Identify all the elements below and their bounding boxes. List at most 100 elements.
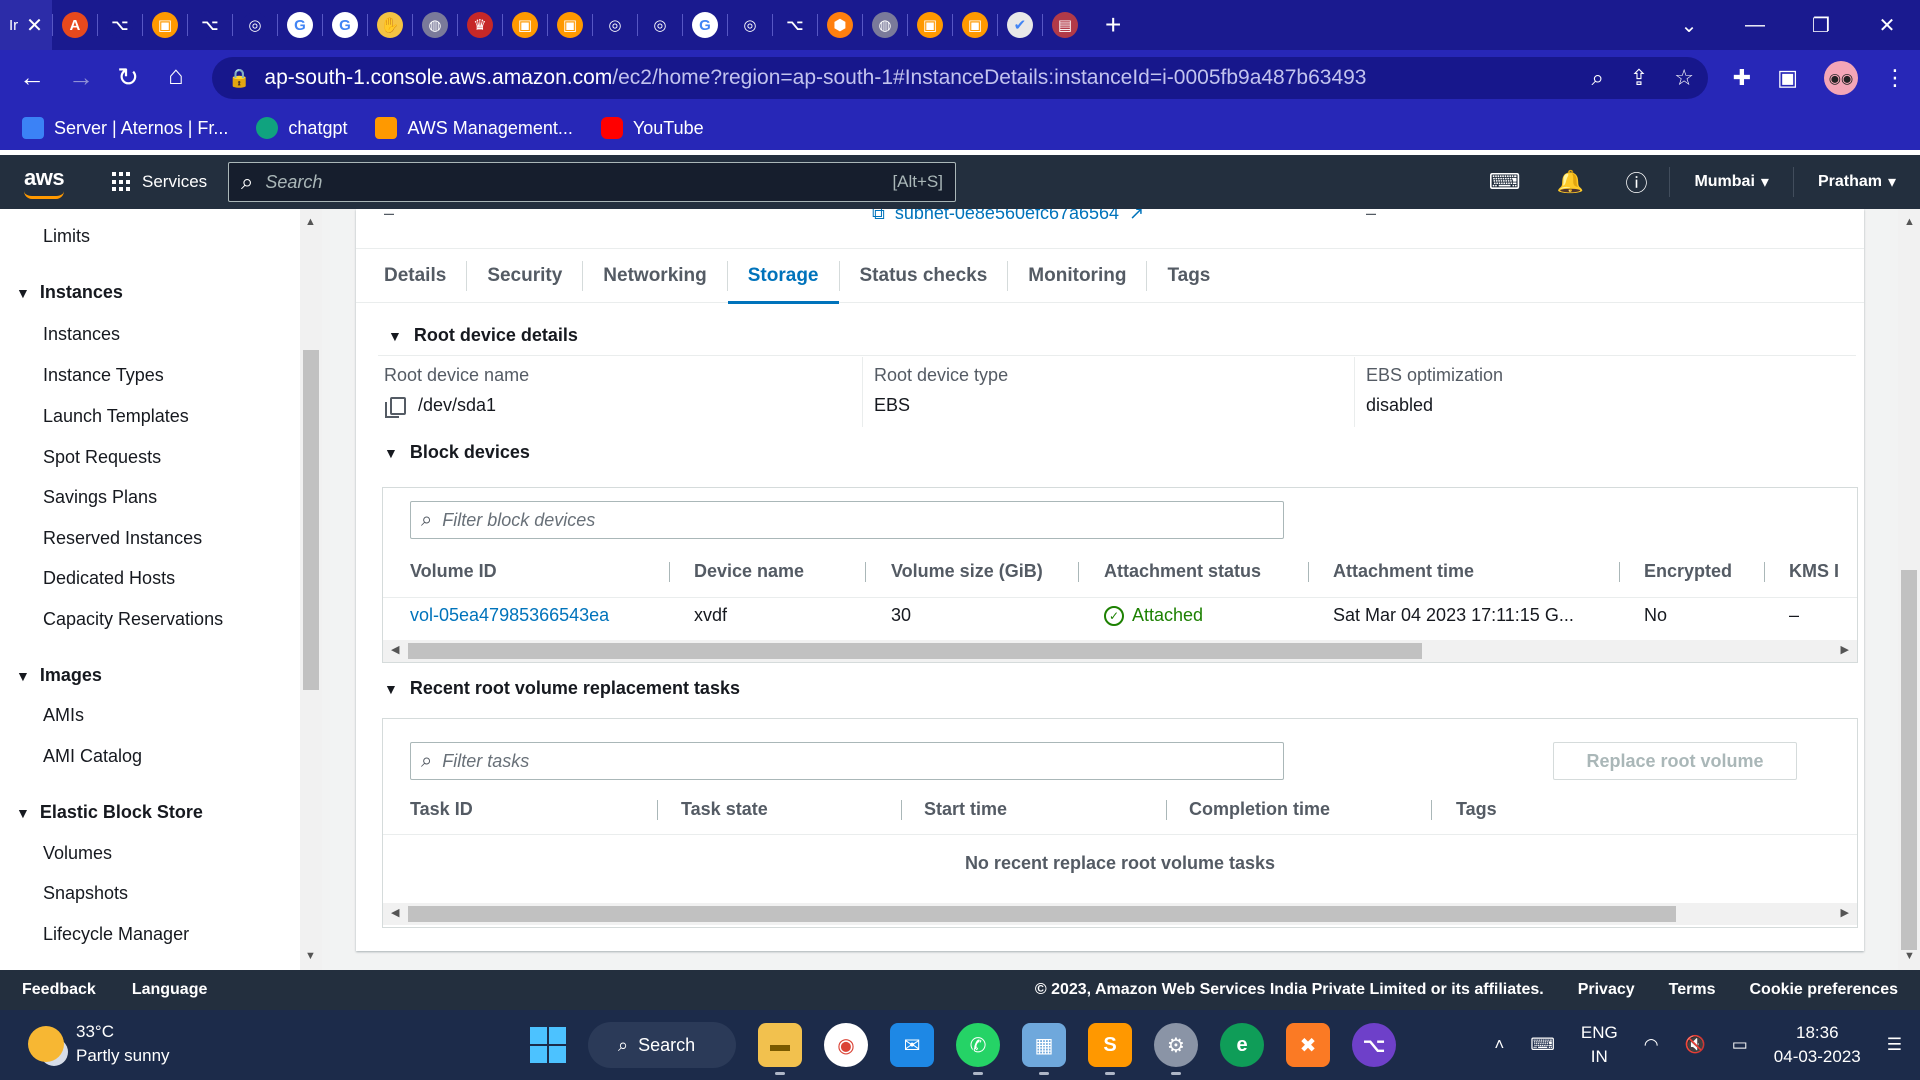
whatsapp-icon[interactable]: ✆ — [956, 1023, 1000, 1075]
tab-status-checks[interactable]: Status checks — [840, 249, 1008, 303]
column-resizer[interactable] — [901, 800, 902, 820]
col-task-id[interactable]: Task ID — [410, 799, 473, 820]
column-resizer[interactable] — [657, 800, 658, 820]
column-resizer[interactable] — [865, 562, 866, 582]
browser-tab[interactable]: G — [323, 0, 367, 50]
browser-tab[interactable]: ⌥ — [773, 0, 817, 50]
tab-details[interactable]: Details — [364, 249, 466, 303]
sidebar-group-instances[interactable]: ▼ Instances — [16, 282, 123, 303]
cloudshell-icon[interactable]: ⌨ — [1471, 169, 1537, 195]
scroll-down-icon[interactable]: ▼ — [1904, 950, 1915, 962]
tab-security[interactable]: Security — [467, 249, 582, 303]
col-volume-size[interactable]: Volume size (GiB) — [891, 561, 1043, 582]
root-device-section-toggle[interactable]: ▼ Root device details — [388, 325, 578, 346]
browser-tab[interactable]: ✔ — [998, 0, 1042, 50]
volume-muted-icon[interactable]: 🔇 — [1685, 1035, 1706, 1055]
minimize-icon[interactable]: — — [1722, 14, 1788, 37]
share-icon[interactable]: ⇪ — [1630, 65, 1648, 91]
tab-storage[interactable]: Storage — [727, 249, 839, 304]
col-attachment-status[interactable]: Attachment status — [1104, 561, 1261, 582]
back-icon[interactable]: ← — [8, 62, 56, 93]
privacy-link[interactable]: Privacy — [1578, 981, 1635, 999]
menu-icon[interactable]: ⋮ — [1884, 65, 1906, 91]
language-link[interactable]: Language — [132, 981, 208, 999]
tab-monitoring[interactable]: Monitoring — [1008, 249, 1146, 303]
browser-tab[interactable]: A — [53, 0, 97, 50]
edge-icon[interactable]: e — [1220, 1023, 1264, 1067]
terms-link[interactable]: Terms — [1669, 981, 1716, 999]
battery-icon[interactable]: ▭ — [1732, 1035, 1748, 1055]
main-scroll-thumb[interactable] — [1901, 570, 1917, 950]
sidebar-item-dedicated-hosts[interactable]: Dedicated Hosts — [43, 568, 175, 589]
sidebar-item-reserved-instances[interactable]: Reserved Instances — [43, 528, 202, 549]
col-kms[interactable]: KMS I — [1789, 561, 1849, 582]
zoom-icon[interactable]: ⌕ — [1592, 65, 1604, 91]
close-tab-icon[interactable]: ✕ — [26, 13, 43, 38]
col-tags[interactable]: Tags — [1456, 799, 1497, 820]
services-menu[interactable]: Services — [112, 155, 207, 209]
notifications-icon[interactable]: ☰ — [1887, 1035, 1902, 1055]
scroll-left-icon[interactable]: ◀ — [391, 906, 399, 919]
restore-icon[interactable]: ❐ — [1788, 13, 1854, 38]
column-resizer[interactable] — [1078, 562, 1079, 582]
column-resizer[interactable] — [669, 562, 670, 582]
aws-logo[interactable]: aws — [24, 165, 65, 191]
browser-tab[interactable]: ◎ — [728, 0, 772, 50]
browser-tab[interactable]: ♛ — [458, 0, 502, 50]
forward-icon[interactable]: → — [57, 62, 105, 93]
scroll-up-icon[interactable]: ▲ — [1904, 216, 1915, 228]
table-hscrollbar[interactable]: ◀ ▶ — [383, 640, 1857, 662]
scroll-up-icon[interactable]: ▲ — [305, 216, 316, 228]
browser-tab[interactable]: G — [683, 0, 727, 50]
replace-root-volume-button[interactable]: Replace root volume — [1553, 742, 1797, 780]
sidebar-item-limits[interactable]: Limits — [43, 226, 90, 247]
reload-icon[interactable]: ↻ — [104, 62, 152, 93]
sidebar-item-savings-plans[interactable]: Savings Plans — [43, 487, 157, 508]
col-device-name[interactable]: Device name — [694, 561, 804, 582]
tab-tags[interactable]: Tags — [1147, 249, 1230, 303]
browser-tab[interactable]: G — [278, 0, 322, 50]
sidebar-item-instances[interactable]: Instances — [43, 324, 120, 345]
replacement-tasks-section-toggle[interactable]: ▼ Recent root volume replacement tasks — [384, 678, 740, 699]
browser-tab[interactable]: ▣ — [503, 0, 547, 50]
subnet-link[interactable]: ⧉ subnet-0e8e560efc67a6564 ↗ — [872, 209, 1144, 224]
sidebar-item-spot-requests[interactable]: Spot Requests — [43, 447, 161, 468]
col-completion-time[interactable]: Completion time — [1189, 799, 1330, 820]
sidebar-item-ami-catalog[interactable]: AMI Catalog — [43, 746, 142, 767]
table-hscrollbar[interactable]: ◀ ▶ — [383, 903, 1857, 925]
wifi-icon[interactable]: ◠ — [1644, 1035, 1659, 1055]
column-resizer[interactable] — [1308, 562, 1309, 582]
scroll-down-icon[interactable]: ▼ — [305, 950, 316, 962]
sidebar-scroll-thumb[interactable] — [303, 350, 319, 690]
browser-tab[interactable]: ⬢ — [818, 0, 862, 50]
address-bar[interactable]: 🔒 ap-south-1.console.aws.amazon.com/ec2/… — [212, 57, 1708, 99]
xampp-icon[interactable]: ✖ — [1286, 1023, 1330, 1067]
bookmark-aternos[interactable]: Server | Aternos | Fr... — [22, 117, 228, 139]
sidebar-group-ebs[interactable]: ▼ Elastic Block Store — [16, 802, 203, 823]
sidebar-item-snapshots[interactable]: Snapshots — [43, 883, 128, 904]
control-panel-icon[interactable]: ▦ — [1022, 1023, 1066, 1075]
bookmark-chatgpt[interactable]: chatgpt — [256, 117, 347, 139]
browser-tab[interactable]: ▣ — [908, 0, 952, 50]
copy-icon[interactable]: ⧉ — [872, 209, 885, 224]
browser-tab[interactable]: ◎ — [233, 0, 277, 50]
cookie-preferences-link[interactable]: Cookie preferences — [1749, 981, 1898, 999]
bookmark-aws[interactable]: AWS Management... — [375, 117, 573, 139]
windows-start-icon[interactable] — [530, 1027, 566, 1063]
scroll-right-icon[interactable]: ▶ — [1841, 643, 1849, 656]
col-volume-id[interactable]: Volume ID — [410, 561, 497, 582]
extensions-icon[interactable]: ✚ — [1733, 65, 1751, 91]
help-icon[interactable]: ⓘ — [1603, 166, 1669, 198]
bookmark-star-icon[interactable]: ☆ — [1674, 65, 1694, 91]
sublime-text-icon[interactable]: S — [1088, 1023, 1132, 1075]
col-start-time[interactable]: Start time — [924, 799, 1007, 820]
weather-widget[interactable]: 33°C Partly sunny — [28, 1020, 170, 1068]
profile-avatar[interactable]: ◉◉ — [1824, 61, 1858, 95]
browser-tab[interactable]: ◍ — [863, 0, 907, 50]
col-task-state[interactable]: Task state — [681, 799, 768, 820]
filter-block-devices-input[interactable]: ⌕ Filter block devices — [410, 501, 1284, 539]
lock-icon[interactable]: 🔒 — [228, 68, 250, 89]
col-attachment-time[interactable]: Attachment time — [1333, 561, 1474, 582]
scroll-right-icon[interactable]: ▶ — [1841, 906, 1849, 919]
sidebar-item-launch-templates[interactable]: Launch Templates — [43, 406, 189, 427]
